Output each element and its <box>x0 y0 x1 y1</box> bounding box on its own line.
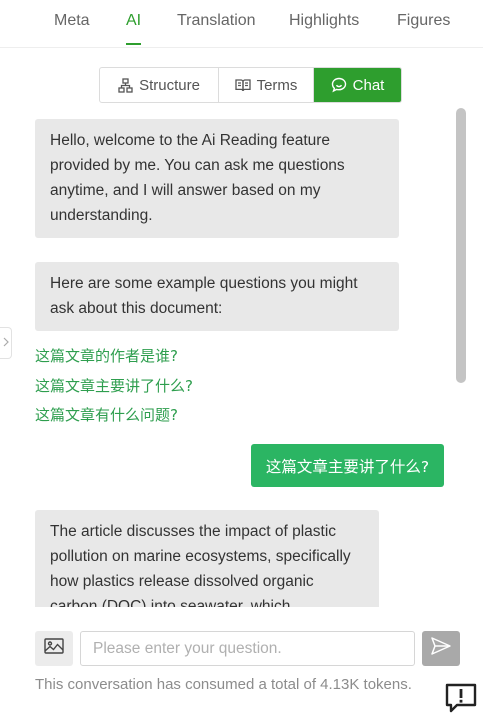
token-usage-text: This conversation has consumed a total o… <box>35 676 412 693</box>
suggested-question[interactable]: 这篇文章有什么问题? <box>35 404 178 425</box>
ai-welcome-message: Hello, welcome to the Ai Reading feature… <box>35 119 399 238</box>
tab-figures[interactable]: Figures <box>397 12 450 30</box>
terms-button[interactable]: Terms <box>218 68 313 102</box>
tab-ai[interactable]: AI <box>126 12 142 45</box>
feedback-button[interactable] <box>445 683 477 713</box>
suggested-question[interactable]: 这篇文章主要讲了什么? <box>35 375 193 396</box>
user-message: 这篇文章主要讲了什么? <box>251 444 444 487</box>
send-icon <box>431 637 451 660</box>
tab-highlights[interactable]: Highlights <box>289 12 359 30</box>
ai-answer-message: The article discusses the impact of plas… <box>35 510 379 607</box>
chat-scrollbar[interactable] <box>456 108 466 383</box>
book-icon <box>234 78 251 92</box>
feedback-icon <box>445 683 477 717</box>
suggested-question[interactable]: 这篇文章的作者是谁? <box>35 345 178 366</box>
structure-button[interactable]: Structure <box>100 68 218 102</box>
top-tab-bar: Meta AI Translation Highlights Figures <box>0 0 483 48</box>
upload-image-button[interactable] <box>35 631 73 666</box>
chat-bubble-icon <box>331 77 347 93</box>
chevron-right-icon <box>3 334 9 352</box>
chat-button[interactable]: Chat <box>313 68 401 102</box>
ai-mode-switcher: Structure Terms Chat <box>99 67 402 103</box>
tab-translation[interactable]: Translation <box>177 12 256 30</box>
ai-examples-message: Here are some example questions you migh… <box>35 262 399 331</box>
sidebar-toggle[interactable] <box>0 327 12 359</box>
send-button[interactable] <box>422 631 460 666</box>
tab-meta[interactable]: Meta <box>54 12 90 30</box>
question-input[interactable] <box>80 631 415 666</box>
structure-icon <box>118 77 133 93</box>
chat-label: Chat <box>352 76 385 94</box>
structure-label: Structure <box>139 76 200 94</box>
terms-label: Terms <box>256 76 298 94</box>
chat-message-list: Hello, welcome to the Ai Reading feature… <box>0 107 483 607</box>
image-icon <box>44 638 64 659</box>
